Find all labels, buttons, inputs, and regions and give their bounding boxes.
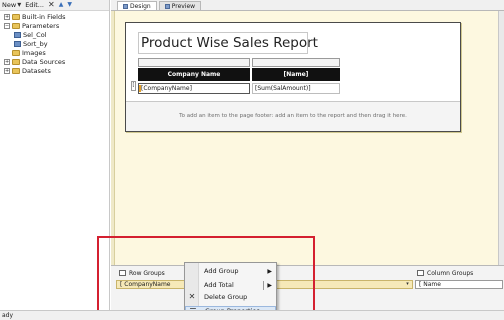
tree-label: Datasets [22,66,51,75]
tree-item-datasets[interactable]: + Datasets [0,66,109,75]
folder-icon [12,58,20,65]
column-groups-icon [417,270,424,276]
row-groups-icon [119,270,126,276]
parameter-icon [14,31,21,38]
tree-label: Parameters [22,21,60,30]
tree-item-images[interactable]: Images [0,48,109,57]
move-up-icon[interactable]: ▲ [59,1,64,9]
tree-item-parameters[interactable]: − Parameters [0,21,109,30]
design-surface[interactable]: Design Preview Product Wise Sales Report… [111,0,504,265]
vertical-scrollbar[interactable] [498,11,504,265]
tab-label: Design [130,2,151,10]
submenu-arrow-icon: ▶ [267,268,272,275]
folder-icon [12,13,20,20]
status-text: ady [2,312,14,319]
delete-icon: ✕ [188,292,196,301]
edit-button[interactable]: Edit... [25,1,44,9]
tab-design[interactable]: Design [117,1,157,10]
tree-item-sort-by[interactable]: Sort_by [0,39,109,48]
preview-icon [164,3,170,9]
row-group-handle[interactable]: [ [131,81,136,91]
edit-label: Edit... [25,1,44,9]
new-label: New [2,1,17,9]
menu-item-label: Delete Group [204,293,248,301]
report-data-pane: New ▾ Edit... ✕ ▲ ▼ + Built-in Fields − … [0,0,110,310]
row-groups-label: Row Groups [129,269,165,277]
folder-icon [12,67,20,74]
collapse-icon[interactable]: − [4,22,10,29]
tab-label: Preview [171,2,196,10]
delete-icon[interactable]: ✕ [48,1,55,9]
column-group-item-name[interactable]: [ Name [415,280,503,289]
folder-icon [12,22,20,29]
page-footer-zone[interactable]: To add an item to the page footer: add a… [126,101,460,131]
dropdown-arrow-icon: ▾ [17,0,22,9]
dropdown-arrow-icon[interactable]: ▾ [404,281,411,288]
menu-item-label: Add Total [204,281,234,289]
column-handle[interactable] [138,58,250,67]
tab-preview[interactable]: Preview [158,1,202,10]
submenu-separator [263,281,264,290]
tree-label: Data Sources [22,57,66,66]
report-data-toolbar: New ▾ Edit... ✕ ▲ ▼ [0,0,109,11]
report-title-textbox[interactable]: Product Wise Sales Report [138,32,318,54]
column-handle[interactable] [252,58,340,67]
tree-label: Sel_Col [23,30,47,39]
submenu-arrow-icon: ▶ [267,282,272,289]
new-menu-button[interactable]: New ▾ [2,0,22,10]
menu-item-add-group[interactable]: Add Group ▶ [185,266,276,277]
row-groups-header: Row Groups [119,268,165,278]
design-icon [123,3,128,9]
tree-item-built-in-fields[interactable]: + Built-in Fields [0,12,109,21]
tree-label: Images [22,48,46,57]
expand-icon[interactable]: + [4,13,10,20]
menu-item-label: Add Group [204,267,239,275]
parameter-icon [14,40,21,47]
tree-label: Sort_by [23,39,48,48]
move-down-icon[interactable]: ▼ [67,1,72,9]
vertical-ruler [111,11,115,265]
report-body[interactable]: Product Wise Sales Report Company Name [… [125,22,461,132]
expand-icon[interactable]: + [4,58,10,65]
data-cell-sal-amount[interactable]: [Sum(SalAmount)] [252,83,340,94]
folder-icon [12,49,20,56]
menu-item-delete-group[interactable]: ✕ Delete Group [185,292,276,303]
tree-item-sel-col[interactable]: Sel_Col [0,30,109,39]
grouping-pane: Row Groups [ CompanyName ▾ Column Groups… [111,265,504,310]
header-cell-name[interactable]: [Name] [252,68,340,81]
expand-icon[interactable]: + [4,67,10,74]
column-groups-label: Column Groups [427,269,474,277]
column-groups-header: Column Groups [417,268,473,278]
view-tab-strip: Design Preview [111,0,504,11]
header-cell-company-name[interactable]: Company Name [138,68,250,81]
report-data-tree: + Built-in Fields − Parameters Sel_Col S… [0,11,109,75]
row-group-value: [ CompanyName [120,281,171,288]
tree-item-data-sources[interactable]: + Data Sources [0,57,109,66]
column-group-value: [ Name [419,281,441,288]
status-bar: ady [0,310,504,320]
data-cell-company-name[interactable]: [CompanyName] [138,83,250,94]
tree-label: Built-in Fields [22,12,66,21]
